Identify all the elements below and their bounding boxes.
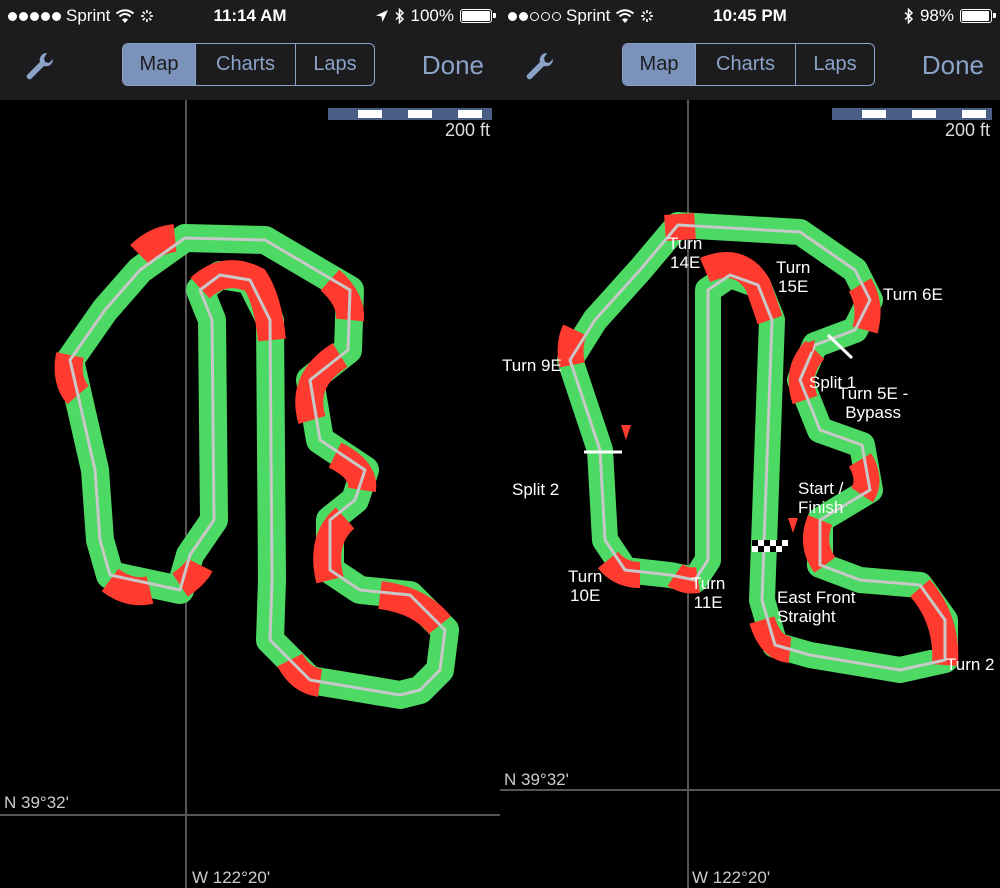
battery-fill bbox=[462, 11, 490, 21]
status-bar: Sprint 11:14 AM 100% bbox=[0, 0, 500, 32]
checkered-flag-icon bbox=[752, 540, 788, 552]
track-map[interactable]: 200 ft Turn 14E Turn 15E Turn 6E Turn 9E… bbox=[500, 100, 1000, 888]
start-direction-marker bbox=[788, 518, 798, 533]
bluetooth-icon bbox=[395, 8, 404, 24]
turn-14e-label: Turn 14E bbox=[668, 234, 703, 272]
track-map-canvas bbox=[500, 100, 1000, 888]
nav-bar: Map Charts Laps Done bbox=[0, 32, 500, 100]
phone-screen-left: Sprint 11:14 AM 100% Map Charts Laps Don… bbox=[0, 0, 500, 888]
scale-label: 200 ft bbox=[444, 120, 490, 140]
track-map-canvas bbox=[0, 100, 500, 888]
done-button[interactable]: Done bbox=[922, 50, 984, 81]
phone-screen-right: Sprint 10:45 PM 98% Map Charts Laps Done bbox=[500, 0, 1000, 888]
nav-bar: Map Charts Laps Done bbox=[500, 32, 1000, 100]
done-button[interactable]: Done bbox=[422, 50, 484, 81]
tab-charts[interactable]: Charts bbox=[695, 44, 795, 85]
bluetooth-icon bbox=[904, 8, 914, 24]
top-bar: Sprint 10:45 PM 98% Map Charts Laps Done bbox=[500, 0, 1000, 100]
battery-icon bbox=[460, 9, 496, 23]
tab-laps[interactable]: Laps bbox=[795, 44, 874, 85]
east-front-straight-label: East Front Straight bbox=[777, 588, 856, 626]
battery-fill bbox=[962, 11, 990, 21]
longitude-label: W 122°20' bbox=[692, 868, 771, 887]
scale-label: 200 ft bbox=[944, 120, 990, 140]
latitude-label: N 39°32' bbox=[504, 770, 569, 789]
longitude-label: W 122°20' bbox=[192, 868, 271, 887]
turn-6e-label: Turn 6E bbox=[883, 285, 943, 304]
tab-map[interactable]: Map bbox=[123, 44, 195, 85]
top-bar: Sprint 11:14 AM 100% Map Charts Laps Don… bbox=[0, 0, 500, 100]
wrench-settings-icon[interactable] bbox=[22, 50, 56, 84]
split-2-direction-marker bbox=[621, 425, 631, 440]
tab-map[interactable]: Map bbox=[623, 44, 695, 85]
tab-laps[interactable]: Laps bbox=[295, 44, 374, 85]
view-segmented-control: Map Charts Laps bbox=[122, 43, 375, 86]
scale-bar-ticks bbox=[862, 110, 986, 118]
turn-10e-label: Turn 10E bbox=[568, 567, 603, 605]
turn-15e-label: Turn 15E bbox=[776, 258, 811, 296]
latitude-label: N 39°32' bbox=[4, 793, 69, 812]
location-arrow-icon bbox=[375, 10, 388, 22]
wrench-settings-icon[interactable] bbox=[522, 50, 556, 84]
status-bar: Sprint 10:45 PM 98% bbox=[500, 0, 1000, 32]
battery-percent: 98% bbox=[919, 6, 954, 25]
turn-5e-bypass-label: Turn 5E - Bypass bbox=[838, 384, 909, 422]
battery-percent: 100% bbox=[410, 6, 454, 25]
turn-2-label: Turn 2 bbox=[946, 655, 995, 674]
tab-charts[interactable]: Charts bbox=[195, 44, 295, 85]
scale-bar-ticks bbox=[358, 110, 482, 118]
start-finish-label: Start / Finish bbox=[798, 479, 844, 517]
turn-9e-label: Turn 9E bbox=[502, 356, 562, 375]
battery-icon bbox=[960, 9, 996, 23]
view-segmented-control: Map Charts Laps bbox=[622, 43, 875, 86]
turn-11e-label: Turn 11E bbox=[691, 574, 726, 612]
split-2-label: Split 2 bbox=[512, 480, 560, 499]
track-map[interactable]: 200 ft N 39°32' W 122°20' bbox=[0, 100, 500, 888]
